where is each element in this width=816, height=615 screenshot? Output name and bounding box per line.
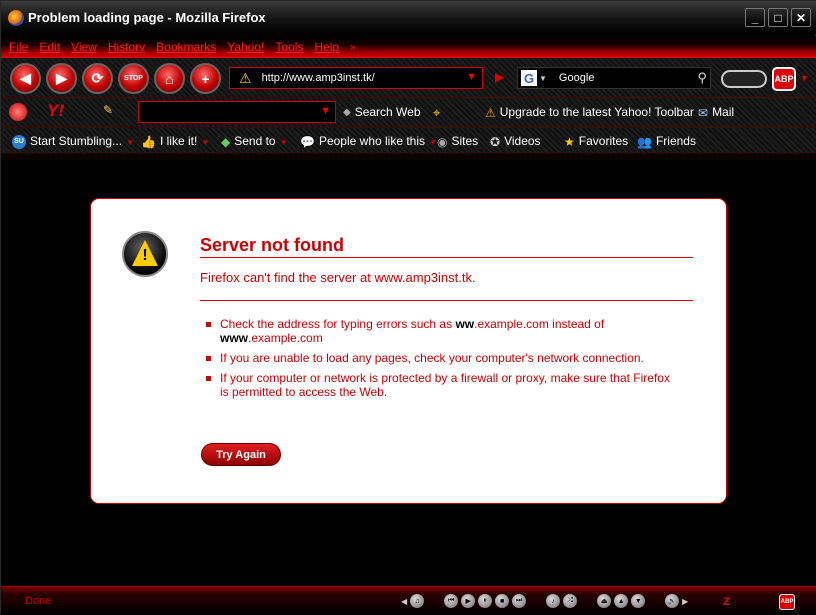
search-box[interactable]: G ▼ Google ⚲ bbox=[517, 67, 711, 89]
suggestion-item: If you are unable to load any pages, che… bbox=[206, 351, 671, 365]
menu-overflow-icon[interactable]: » bbox=[350, 42, 356, 53]
error-subtitle: Firefox can't find the server at www.amp… bbox=[200, 270, 693, 301]
yahoo-search-input[interactable]: ▼ bbox=[138, 101, 336, 123]
menu-view[interactable]: View bbox=[71, 40, 97, 54]
pause-icon[interactable]: ⏸ bbox=[478, 594, 493, 608]
search-web-icon: ◆ bbox=[343, 107, 351, 119]
menu-history[interactable]: History bbox=[108, 40, 145, 54]
mail-icon: ✉ bbox=[698, 105, 709, 120]
new-tab-button[interactable]: + bbox=[190, 63, 221, 94]
maximize-button[interactable]: □ bbox=[768, 8, 788, 27]
menu-file[interactable]: File bbox=[9, 40, 28, 54]
google-icon[interactable]: G bbox=[521, 70, 537, 86]
error-suggestions: Check the address for typing errors such… bbox=[206, 317, 671, 405]
url-bar[interactable]: ⚠ http://www.amp3inst.tk/ ▼ bbox=[229, 67, 483, 89]
volume-up-icon[interactable]: ▲ bbox=[614, 594, 629, 608]
thumbs-up-icon: 👍 bbox=[141, 134, 156, 149]
error-title: Server not found bbox=[200, 235, 693, 258]
speech-bubble-icon: 💬 bbox=[300, 134, 315, 149]
media-controls: ◀ ♫ ⏮ ▶ ⏸ ■ ⏭ ♪ ⤮ ⏏ ▲ ▼ 🔈 ▶ bbox=[401, 594, 688, 608]
close-button[interactable]: ✕ bbox=[791, 8, 811, 27]
stop-icon[interactable]: ■ bbox=[495, 594, 510, 608]
search-web-button[interactable]: ◆ Search Web bbox=[343, 105, 421, 119]
i-like-it-button[interactable]: 👍 I like it! ▼ bbox=[141, 134, 209, 149]
zotero-icon[interactable]: Z bbox=[723, 596, 730, 608]
url-text: http://www.amp3inst.tk/ bbox=[261, 72, 375, 84]
globe-icon: ◉ bbox=[437, 134, 448, 149]
home-button[interactable]: ⌂ bbox=[154, 63, 185, 94]
search-engine-label: Google bbox=[558, 72, 595, 84]
navigation-toolbar: ◀ ▶ ⟳ STOP ⌂ + ⚠ http://www.amp3inst.tk/… bbox=[1, 58, 816, 98]
speaker-icon[interactable]: 🔈 bbox=[665, 594, 680, 608]
start-stumbling-button[interactable]: SU Start Stumbling... ▼ bbox=[12, 134, 134, 149]
menu-help[interactable]: Help bbox=[314, 40, 339, 54]
upgrade-warning-icon: ⚠ bbox=[485, 105, 496, 120]
yahoo-logo-icon[interactable]: Y! bbox=[47, 101, 64, 121]
menu-tools[interactable]: Tools bbox=[275, 40, 303, 54]
stop-button[interactable]: STOP bbox=[118, 63, 149, 94]
yahoo-toolbar: Y! ✎ ▼ ◆ Search Web ⌖ ⚠ Upgrade to the lat… bbox=[1, 98, 816, 128]
window-title: Problem loading page - Mozilla Firefox bbox=[28, 10, 266, 25]
search-icon[interactable]: ⚲ bbox=[697, 70, 707, 86]
suggestion-item: Check the address for typing errors such… bbox=[206, 317, 671, 345]
media-prev-arrow-icon[interactable]: ◀ bbox=[401, 597, 407, 606]
url-dropdown-icon[interactable]: ▼ bbox=[466, 71, 477, 83]
addon-skull-icon[interactable] bbox=[721, 70, 767, 88]
note-icon[interactable]: ♪ bbox=[546, 594, 561, 608]
star-icon: ★ bbox=[564, 134, 575, 149]
music-icon[interactable]: ♫ bbox=[410, 594, 425, 608]
send-to-button[interactable]: ◆ Send to ▼ bbox=[221, 134, 288, 149]
adblock-dropdown-icon[interactable]: ▼ bbox=[800, 73, 809, 83]
volume-down-icon[interactable]: ▼ bbox=[631, 594, 646, 608]
warning-icon: ⚠ bbox=[239, 69, 252, 86]
adblock-plus-button[interactable]: ABP bbox=[772, 67, 796, 91]
friends-icon: 👥 bbox=[637, 134, 652, 149]
page-content: ! Server not found Firefox can't find th… bbox=[1, 154, 816, 586]
highlight-icon: ⌖ bbox=[433, 105, 441, 120]
pencil-icon[interactable]: ✎ bbox=[103, 103, 113, 117]
stumbleupon-toolbar: SU Start Stumbling... ▼ 👍 I like it! ▼ ◆ Send… bbox=[1, 128, 816, 154]
firefox-logo-icon bbox=[8, 9, 24, 26]
stumbleupon-logo-icon: SU bbox=[12, 134, 26, 149]
firefox-window: Problem loading page - Mozilla Firefox _… bbox=[0, 0, 816, 615]
menu-bar: File Edit View History Bookmarks Yahoo! … bbox=[1, 36, 816, 58]
yahoo-search-dropdown-icon[interactable]: ▼ bbox=[320, 105, 331, 117]
videos-button[interactable]: ✪ Videos bbox=[490, 134, 541, 149]
toolbar-settings-icon[interactable] bbox=[9, 103, 27, 121]
reload-button[interactable]: ⟳ bbox=[82, 63, 113, 94]
next-track-icon[interactable]: ⏭ bbox=[512, 594, 527, 608]
status-text: Done bbox=[25, 595, 52, 607]
go-arrow-icon[interactable]: ▶ bbox=[495, 70, 504, 84]
film-reel-icon: ✪ bbox=[490, 134, 501, 149]
menu-yahoo[interactable]: Yahoo! bbox=[227, 40, 264, 54]
highlight-button[interactable]: ⌖ bbox=[433, 105, 444, 121]
menu-bookmarks[interactable]: Bookmarks bbox=[156, 40, 216, 54]
status-bar: Done ◀ ♫ ⏮ ▶ ⏸ ■ ⏭ ♪ ⤮ ⏏ ▲ ▼ 🔈 ▶ Z ABP bbox=[1, 586, 816, 615]
search-engine-dropdown-icon[interactable]: ▼ bbox=[539, 74, 547, 83]
eject-icon[interactable]: ⏏ bbox=[597, 594, 612, 608]
shuffle-icon[interactable]: ⤮ bbox=[563, 594, 578, 608]
menu-edit[interactable]: Edit bbox=[39, 40, 60, 54]
favorites-button[interactable]: ★ Favorites bbox=[564, 134, 628, 149]
sites-button[interactable]: ◉ Sites bbox=[437, 134, 478, 149]
error-panel: ! Server not found Firefox can't find th… bbox=[90, 198, 727, 504]
people-who-like-this-button[interactable]: 💬 People who like this ▼ bbox=[300, 134, 437, 149]
try-again-button[interactable]: Try Again bbox=[201, 443, 281, 466]
back-button[interactable]: ◀ bbox=[10, 63, 41, 94]
media-next-arrow-icon[interactable]: ▶ bbox=[682, 597, 688, 606]
suggestion-item: If your computer or network is protected… bbox=[206, 371, 671, 399]
play-icon[interactable]: ▶ bbox=[461, 594, 476, 608]
previous-track-icon[interactable]: ⏮ bbox=[444, 594, 459, 608]
mail-button[interactable]: ✉ Mail bbox=[698, 105, 734, 120]
friends-button[interactable]: 👥 Friends bbox=[637, 134, 696, 149]
adblock-status-icon[interactable]: ABP bbox=[779, 594, 795, 610]
minimize-button[interactable]: _ bbox=[745, 8, 765, 27]
upgrade-yahoo-toolbar-link[interactable]: ⚠ Upgrade to the latest Yahoo! Toolbar bbox=[485, 105, 694, 120]
send-icon: ◆ bbox=[221, 134, 231, 149]
forward-button[interactable]: ▶ bbox=[46, 63, 77, 94]
title-bar: Problem loading page - Mozilla Firefox _… bbox=[1, 1, 816, 34]
alert-triangle-icon: ! bbox=[122, 231, 168, 277]
